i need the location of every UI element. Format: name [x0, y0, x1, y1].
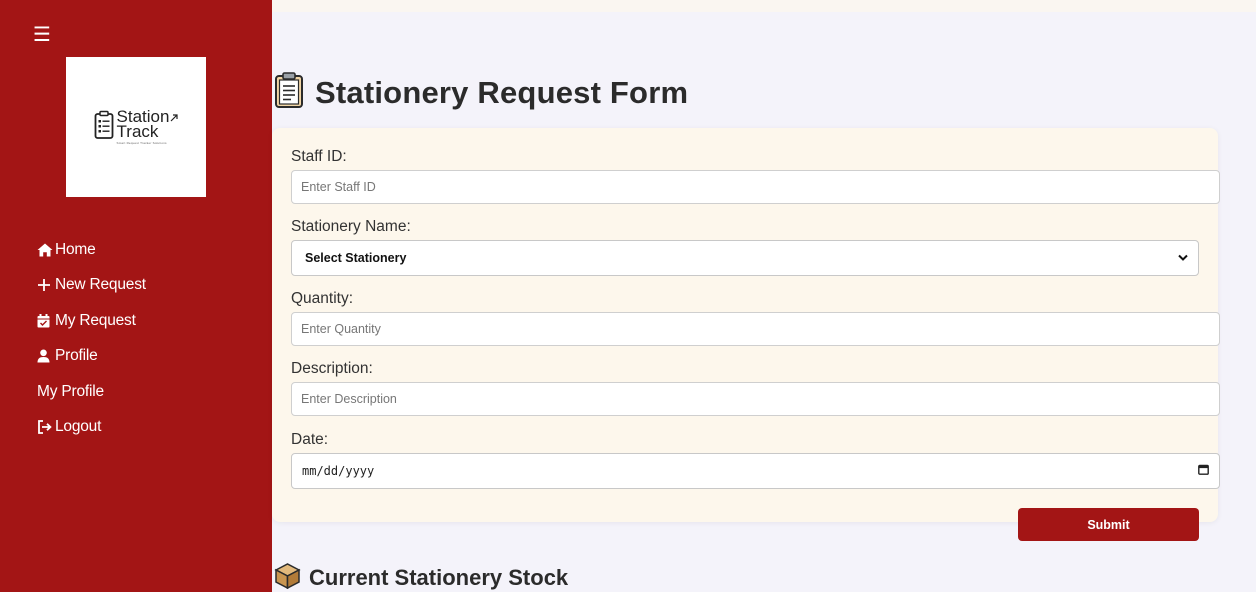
sidebar-item-new-request[interactable]: New Request: [37, 268, 146, 304]
stationery-name-selected: Select Stationery: [305, 251, 407, 265]
quantity-input[interactable]: [291, 312, 1220, 346]
sidebar-item-logout[interactable]: Logout: [37, 410, 146, 446]
box-icon: [274, 562, 301, 592]
description-label: Description:: [291, 360, 373, 377]
stock-section-title: Current Stationery Stock: [274, 562, 568, 592]
date-label: Date:: [291, 431, 329, 448]
calendar-check-icon: [37, 313, 54, 328]
logo-arrow-icon: [170, 109, 179, 127]
sidebar-item-label: Profile: [55, 347, 98, 365]
logo: Station Track Smart Request Tracker Solu…: [66, 57, 206, 197]
sidebar: ☰ Station Track Smart Request Tracker So: [0, 0, 272, 592]
plus-icon: [37, 278, 54, 292]
page-title-text: Stationery Request Form: [315, 74, 689, 110]
chevron-down-icon: [1178, 251, 1188, 265]
date-input[interactable]: mm/dd/yyyy: [291, 453, 1220, 489]
sidebar-item-label: My Profile: [37, 382, 104, 400]
sidebar-nav: Home New Request My Request Profile My P…: [37, 232, 146, 445]
top-bar: [272, 0, 1256, 12]
sidebar-item-my-profile[interactable]: My Profile: [37, 374, 146, 410]
logo-text-line2: Track: [116, 122, 159, 141]
calendar-icon[interactable]: [1198, 464, 1209, 478]
logo-tagline: Smart Request Tracker Solutions: [116, 141, 167, 145]
sidebar-item-label: Home: [55, 240, 96, 258]
sidebar-item-label: Logout: [55, 418, 102, 436]
menu-toggle-icon[interactable]: ☰: [33, 24, 51, 44]
description-input[interactable]: [291, 382, 1220, 416]
stationery-name-select[interactable]: Select Stationery: [291, 240, 1199, 276]
sidebar-item-label: My Request: [55, 311, 136, 329]
sidebar-item-my-request[interactable]: My Request: [37, 303, 146, 339]
submit-button[interactable]: Submit: [1018, 508, 1199, 541]
staff-id-label: Staff ID:: [291, 148, 347, 165]
logo-clipboard-icon: [94, 110, 114, 145]
user-icon: [37, 349, 54, 363]
date-value: mm/dd/yyyy: [302, 464, 375, 478]
staff-id-input[interactable]: [291, 170, 1220, 204]
stock-section-title-text: Current Stationery Stock: [309, 565, 569, 590]
page-title: Stationery Request Form: [274, 72, 688, 113]
clipboard-icon: [274, 72, 304, 113]
home-icon: [37, 243, 54, 257]
quantity-label: Quantity:: [291, 290, 354, 307]
sidebar-item-home[interactable]: Home: [37, 232, 146, 268]
logout-icon: [37, 420, 54, 435]
sidebar-item-profile[interactable]: Profile: [37, 339, 146, 375]
sidebar-item-label: New Request: [55, 276, 146, 294]
stationery-name-label: Stationery Name:: [291, 218, 411, 235]
